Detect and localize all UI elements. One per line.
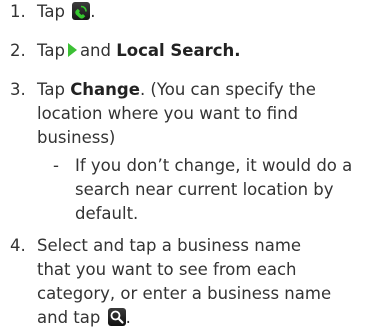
step-2-text: Tap and Local Search. — [37, 41, 241, 60]
step-4-line-4: and tap . — [37, 308, 131, 327]
step-3-line-1: Tap Change. (You can specify the — [37, 80, 316, 99]
step-1-period: . — [90, 2, 96, 21]
step-4-line-2: that you want to see from each — [37, 260, 297, 279]
sub-bullet-line-3: default. — [75, 204, 139, 223]
step-2-tap: Tap — [37, 41, 65, 60]
step-2-local-search: Local Search. — [116, 41, 241, 60]
sub-bullet-dash: - — [53, 156, 59, 175]
step-4-and-tap: and tap — [37, 308, 101, 327]
step-3-post: . (You can specify the — [139, 80, 316, 99]
step-2-and: and — [79, 41, 111, 60]
step-3-number: 3. — [10, 80, 26, 99]
step-1-tap: Tap — [37, 2, 65, 21]
step-3-tap: Tap — [37, 80, 65, 99]
step-1-text: Tap . — [37, 2, 95, 21]
sub-bullet-line-1: If you don’t change, it would do a — [75, 156, 353, 175]
step-3-line-2: location where you want to find — [37, 104, 299, 123]
step-3-line-3: business) — [37, 128, 116, 147]
step-4-line-1: Select and tap a business name — [37, 236, 302, 255]
phone-icon — [72, 2, 91, 20]
search-icon — [107, 308, 126, 326]
step-2-number: 2. — [10, 41, 26, 60]
step-4-period: . — [125, 308, 131, 327]
play-arrow-icon — [67, 43, 77, 57]
sub-bullet-line-2: search near current location by — [75, 180, 334, 199]
step-1-number: 1. — [10, 2, 26, 21]
step-3-change: Change — [70, 80, 140, 99]
step-4-line-3: category, or enter a business name — [37, 284, 332, 303]
step-4-number: 4. — [10, 236, 26, 255]
